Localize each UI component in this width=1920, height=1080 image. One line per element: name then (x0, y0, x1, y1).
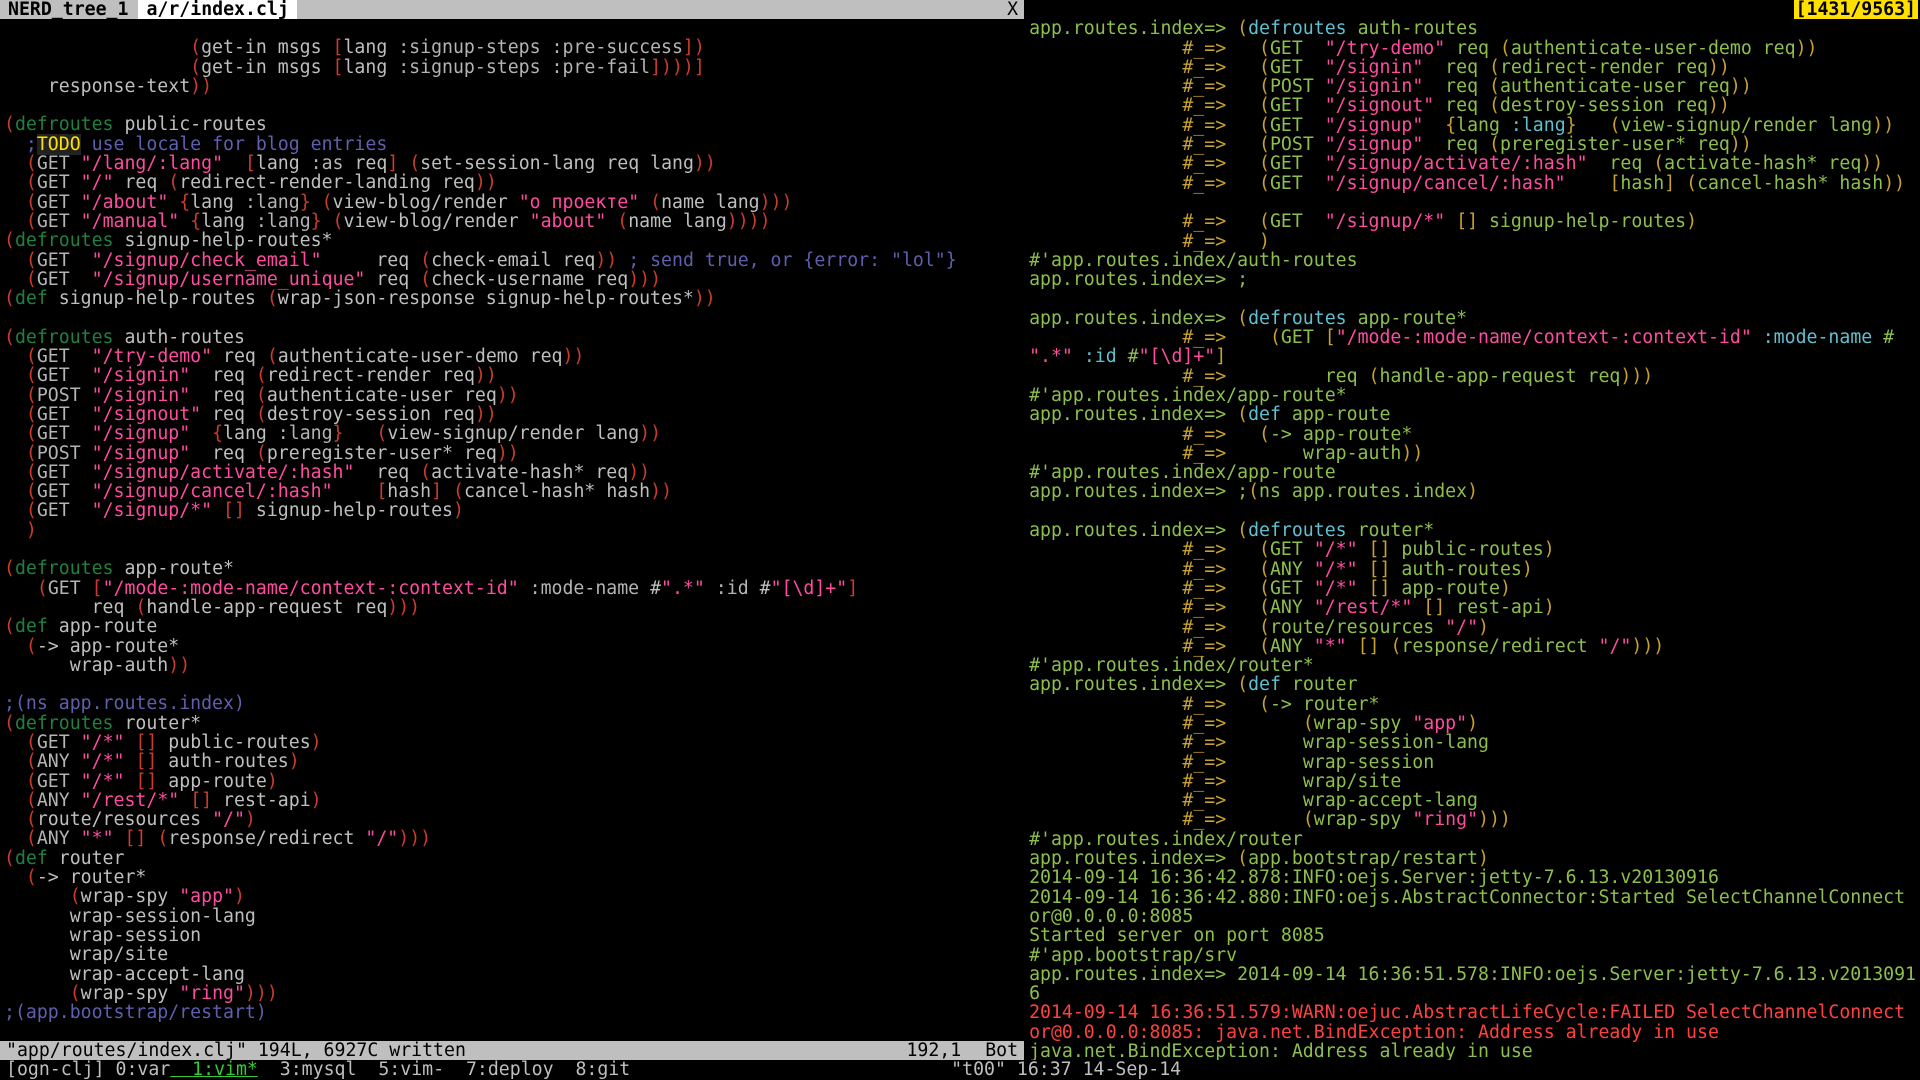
tmux-win-0[interactable]: 0:var (105, 1060, 171, 1080)
repl-body[interactable]: app.routes.index=> (defroutes auth-route… (1025, 0, 1920, 1060)
tmux-win-1[interactable]: 1:vim* (170, 1060, 258, 1080)
repl-pane[interactable]: [1431/9563] app.routes.index=> (defroute… (1025, 0, 1920, 1060)
vim-statusline: "app/routes/index.clj" 194L, 6927C writt… (0, 1041, 1024, 1060)
tmux-win-7[interactable]: 7:deploy (444, 1060, 554, 1080)
editor-body[interactable]: (get-in msgs [lang :signup-steps :pre-su… (0, 19, 1024, 1041)
editor-pane[interactable]: NERD_tree_1 a/r/index.clj X (get-in msgs… (0, 0, 1025, 1060)
status-file: "app/routes/index.clj" 194L, 6927C writt… (6, 1041, 466, 1060)
scrollback-counter: [1431/9563] (1794, 0, 1918, 19)
status-percent: Bot (985, 1041, 1018, 1060)
tab-nerdtree[interactable]: NERD_tree_1 (4, 0, 132, 19)
status-pos: 192,1 (906, 1041, 961, 1060)
tmux-win-5[interactable]: 5:vim- (356, 1060, 444, 1080)
tmux-win-3[interactable]: 3:mysql (258, 1060, 357, 1080)
tmux-statusbar: [ogn-clj] 0:var 1:vim* 3:mysql 5:vim- 7:… (0, 1060, 1920, 1080)
close-icon[interactable]: X (1001, 0, 1024, 19)
tmux-win-8[interactable]: 8:git (554, 1060, 631, 1080)
editor-tabline: NERD_tree_1 a/r/index.clj X (0, 0, 1024, 19)
tab-active-file[interactable]: a/r/index.clj (138, 0, 296, 19)
tmux-session: [ogn-clj] (6, 1060, 105, 1080)
tmux-clock: "t00" 16:37 14-Sep-14 (951, 1060, 1914, 1080)
